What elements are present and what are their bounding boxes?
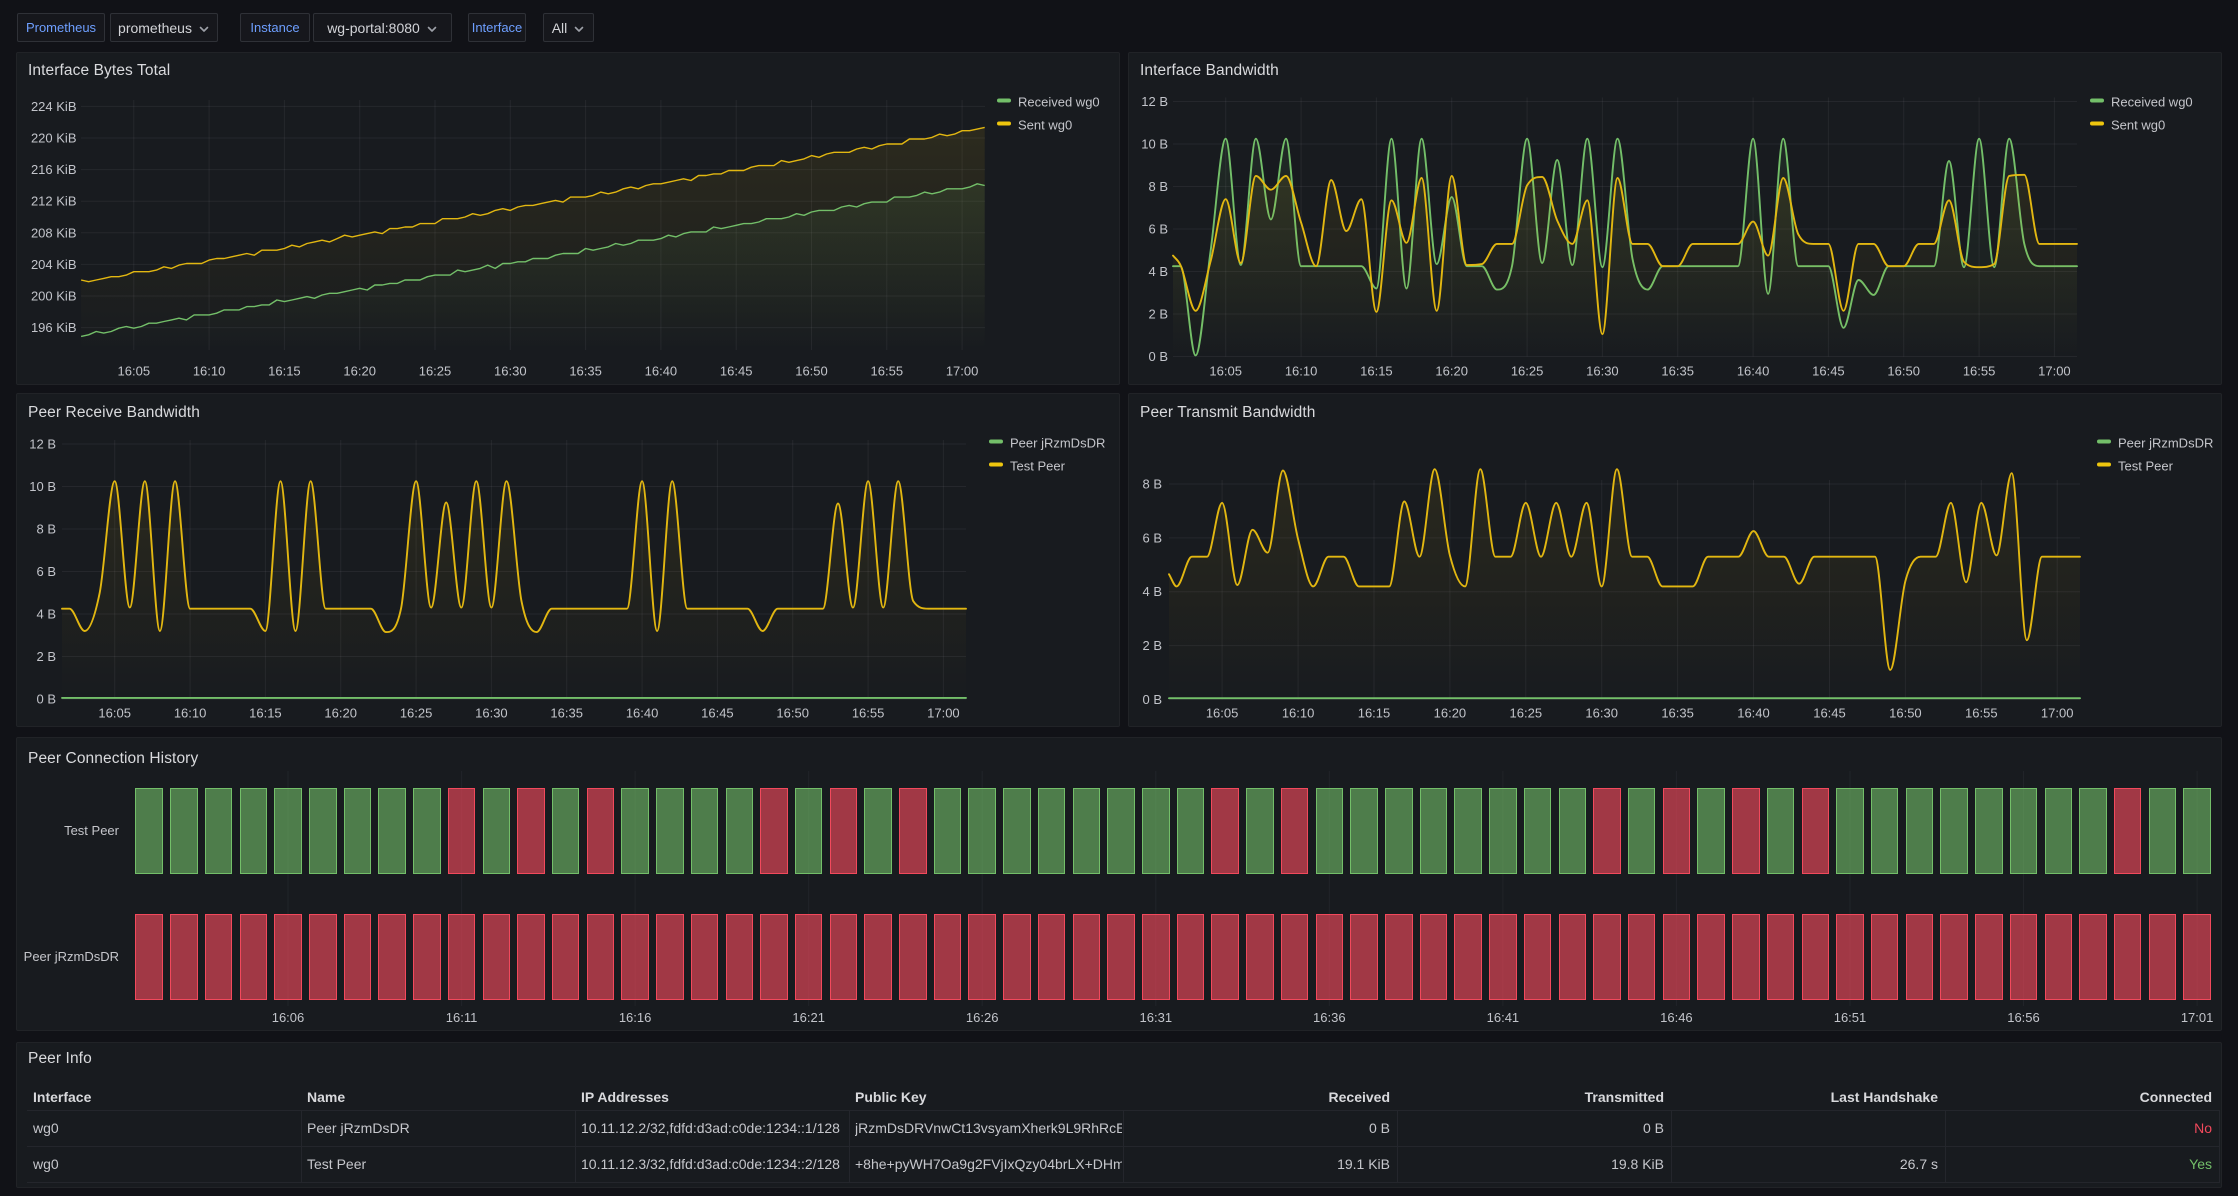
svg-text:200 KiB: 200 KiB xyxy=(31,289,77,304)
svg-text:16:45: 16:45 xyxy=(701,706,734,721)
svg-text:16:20: 16:20 xyxy=(1434,706,1467,721)
svg-text:16:20: 16:20 xyxy=(343,364,376,379)
svg-text:16:35: 16:35 xyxy=(1661,364,1694,379)
svg-text:16:40: 16:40 xyxy=(626,706,659,721)
svg-text:2 B: 2 B xyxy=(1142,638,1162,653)
svg-text:224 KiB: 224 KiB xyxy=(31,99,77,114)
svg-text:16:20: 16:20 xyxy=(1435,364,1468,379)
svg-text:17:00: 17:00 xyxy=(2038,364,2071,379)
svg-text:16:40: 16:40 xyxy=(1737,706,1770,721)
svg-text:16:50: 16:50 xyxy=(776,706,809,721)
svg-text:17:00: 17:00 xyxy=(946,364,979,379)
svg-text:16:25: 16:25 xyxy=(419,364,452,379)
svg-text:220 KiB: 220 KiB xyxy=(31,131,77,146)
svg-text:Received wg0: Received wg0 xyxy=(2111,95,2193,110)
svg-text:212 KiB: 212 KiB xyxy=(31,194,77,209)
svg-text:17:00: 17:00 xyxy=(927,706,960,721)
svg-text:16:05: 16:05 xyxy=(118,364,151,379)
svg-text:16:25: 16:25 xyxy=(1511,364,1544,379)
svg-text:16:45: 16:45 xyxy=(720,364,753,379)
svg-text:4 B: 4 B xyxy=(1142,584,1162,599)
svg-text:17:00: 17:00 xyxy=(2041,706,2074,721)
svg-text:8 B: 8 B xyxy=(1148,179,1168,194)
svg-text:Sent wg0: Sent wg0 xyxy=(2111,118,2165,133)
svg-text:16:30: 16:30 xyxy=(1585,706,1618,721)
svg-text:16:45: 16:45 xyxy=(1813,706,1846,721)
svg-text:16:10: 16:10 xyxy=(193,364,226,379)
svg-text:Test Peer: Test Peer xyxy=(1010,459,1066,474)
svg-text:16:30: 16:30 xyxy=(1586,364,1619,379)
svg-text:Peer jRzmDsDR: Peer jRzmDsDR xyxy=(2118,436,2213,451)
svg-text:16:15: 16:15 xyxy=(1360,364,1393,379)
svg-text:16:25: 16:25 xyxy=(1510,706,1543,721)
svg-text:0 B: 0 B xyxy=(1148,349,1168,364)
svg-text:12 B: 12 B xyxy=(1141,94,1168,109)
svg-text:16:05: 16:05 xyxy=(1209,364,1242,379)
svg-text:16:35: 16:35 xyxy=(1661,706,1694,721)
svg-text:208 KiB: 208 KiB xyxy=(31,225,77,240)
svg-text:16:10: 16:10 xyxy=(174,706,207,721)
svg-text:8 B: 8 B xyxy=(1142,477,1162,492)
svg-text:10 B: 10 B xyxy=(29,479,56,494)
svg-text:6 B: 6 B xyxy=(1142,530,1162,545)
svg-text:196 KiB: 196 KiB xyxy=(31,320,77,335)
svg-text:6 B: 6 B xyxy=(36,564,56,579)
svg-text:16:20: 16:20 xyxy=(324,706,357,721)
svg-text:16:05: 16:05 xyxy=(98,706,131,721)
svg-text:16:40: 16:40 xyxy=(1737,364,1770,379)
svg-text:16:50: 16:50 xyxy=(795,364,828,379)
svg-text:Peer jRzmDsDR: Peer jRzmDsDR xyxy=(1010,436,1105,451)
svg-text:4 B: 4 B xyxy=(36,607,56,622)
svg-text:8 B: 8 B xyxy=(36,522,56,537)
svg-text:4 B: 4 B xyxy=(1148,264,1168,279)
svg-text:16:50: 16:50 xyxy=(1887,364,1920,379)
svg-text:16:35: 16:35 xyxy=(550,706,583,721)
svg-text:16:50: 16:50 xyxy=(1889,706,1922,721)
svg-text:0 B: 0 B xyxy=(1142,692,1162,707)
svg-text:Received wg0: Received wg0 xyxy=(1018,95,1100,110)
svg-text:Sent wg0: Sent wg0 xyxy=(1018,118,1072,133)
svg-text:16:55: 16:55 xyxy=(852,706,885,721)
svg-text:6 B: 6 B xyxy=(1148,222,1168,237)
svg-text:216 KiB: 216 KiB xyxy=(31,162,77,177)
svg-text:16:05: 16:05 xyxy=(1206,706,1239,721)
svg-text:16:55: 16:55 xyxy=(1965,706,1998,721)
svg-text:16:55: 16:55 xyxy=(1963,364,1996,379)
svg-text:16:30: 16:30 xyxy=(494,364,527,379)
svg-text:204 KiB: 204 KiB xyxy=(31,257,77,272)
svg-text:12 B: 12 B xyxy=(29,437,56,452)
svg-text:16:15: 16:15 xyxy=(1358,706,1391,721)
svg-text:16:35: 16:35 xyxy=(569,364,602,379)
svg-text:16:45: 16:45 xyxy=(1812,364,1845,379)
svg-text:2 B: 2 B xyxy=(36,649,56,664)
svg-text:16:15: 16:15 xyxy=(249,706,282,721)
svg-text:16:40: 16:40 xyxy=(645,364,678,379)
svg-text:0 B: 0 B xyxy=(36,692,56,707)
svg-text:16:25: 16:25 xyxy=(400,706,433,721)
svg-text:2 B: 2 B xyxy=(1148,307,1168,322)
svg-text:16:55: 16:55 xyxy=(871,364,904,379)
svg-text:16:10: 16:10 xyxy=(1282,706,1315,721)
svg-text:16:10: 16:10 xyxy=(1285,364,1318,379)
svg-text:16:15: 16:15 xyxy=(268,364,301,379)
svg-text:10 B: 10 B xyxy=(1141,137,1168,152)
svg-text:16:30: 16:30 xyxy=(475,706,508,721)
svg-text:Test Peer: Test Peer xyxy=(2118,459,2174,474)
